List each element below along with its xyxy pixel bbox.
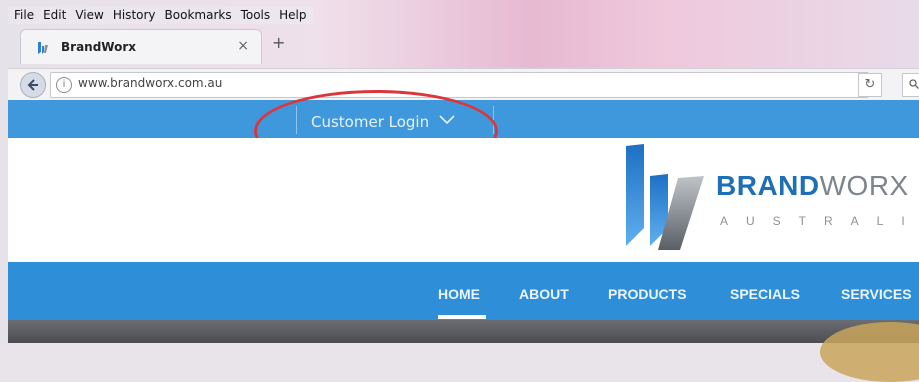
menu-bookmarks[interactable]: Bookmarks (165, 8, 232, 22)
menu-help[interactable]: Help (279, 8, 306, 22)
reload-icon[interactable]: ↻ (858, 73, 882, 97)
tab-title: BrandWorx (61, 40, 137, 54)
menu-history[interactable]: History (113, 8, 156, 22)
back-button[interactable] (20, 72, 46, 98)
tab-brandworx[interactable]: BrandWorx × (20, 29, 262, 64)
menu-tools[interactable]: Tools (241, 8, 271, 22)
brandworx-favicon-icon (38, 42, 48, 54)
nav-about[interactable]: ABOUT (519, 286, 569, 302)
menu-bar: File Edit View History Bookmarks Tools H… (8, 6, 313, 24)
nav-services[interactable]: SERVICES (841, 286, 912, 302)
menu-view[interactable]: View (75, 8, 103, 22)
nav-products[interactable]: PRODUCTS (608, 286, 687, 302)
menu-edit[interactable]: Edit (43, 8, 66, 22)
brand-wordmark: BRANDWORX (716, 170, 909, 202)
site-info-icon[interactable]: i (56, 77, 72, 93)
hero-banner (8, 320, 919, 343)
menu-file[interactable]: File (14, 8, 34, 22)
address-url-text[interactable]: www.brandworx.com.au (78, 76, 222, 90)
brandworx-logo-icon (626, 144, 704, 250)
main-navigation: HOME ABOUT PRODUCTS SPECIALS SERVICES (8, 262, 919, 320)
brand-subtitle: AUSTRALIA (720, 214, 919, 228)
active-nav-indicator (438, 315, 486, 319)
navigation-toolbar: i www.brandworx.com.au ↻ (8, 68, 919, 101)
nav-specials[interactable]: SPECIALS (730, 286, 800, 302)
search-box[interactable] (902, 73, 919, 97)
nav-home[interactable]: HOME (438, 286, 480, 302)
brand-bold-text: BRAND (716, 170, 820, 201)
tab-strip: BrandWorx × + (0, 26, 919, 66)
close-tab-icon[interactable]: × (237, 38, 249, 54)
new-tab-button[interactable]: + (272, 33, 285, 52)
back-arrow-icon (27, 79, 38, 91)
brand-light-text: WORX (819, 170, 909, 201)
search-icon (909, 79, 919, 89)
